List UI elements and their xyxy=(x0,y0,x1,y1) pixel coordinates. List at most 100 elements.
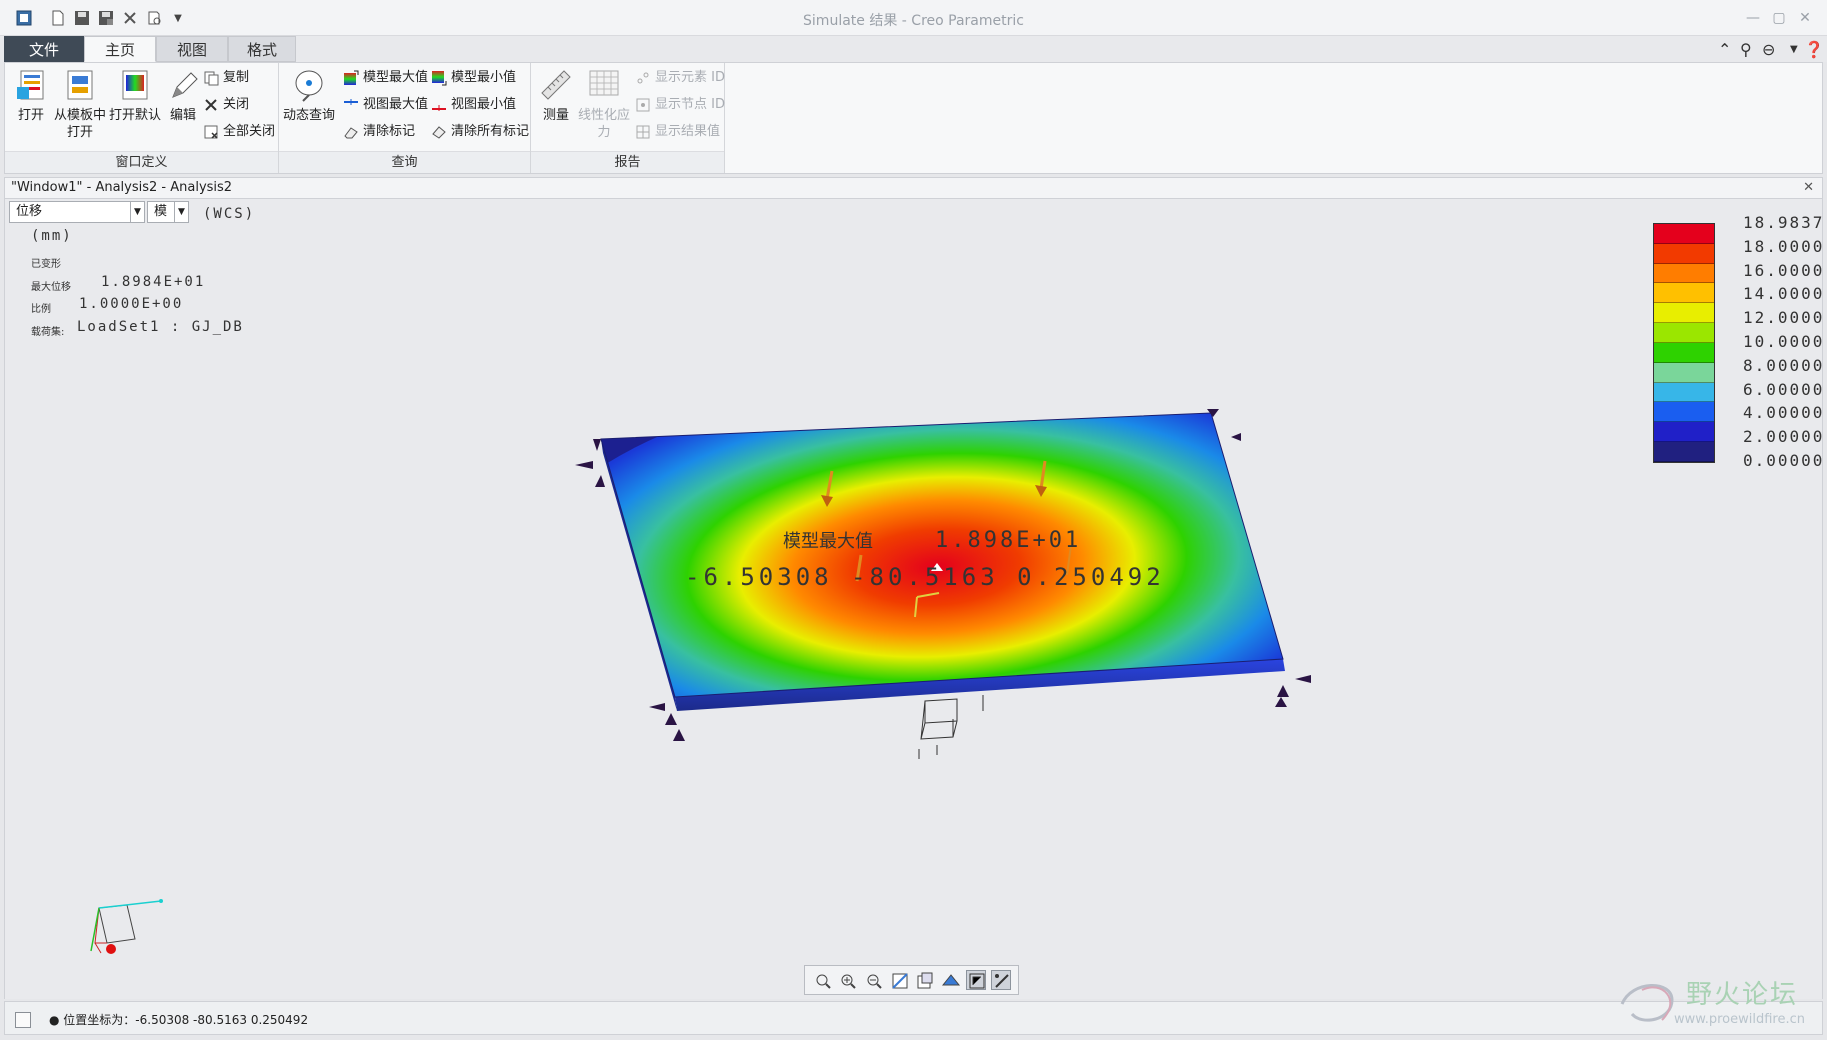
model-max-button[interactable]: 模型最大值 xyxy=(343,67,428,89)
tab-home[interactable]: 主页 xyxy=(84,36,156,62)
model-max-icon xyxy=(343,70,359,86)
measure-button[interactable]: 测量 xyxy=(535,67,577,124)
ribbon: 打开 从模板中 打开 打开默认 编辑 复制 关闭 全部关闭 窗口定义 动态查询 … xyxy=(4,62,1823,174)
repaint-icon[interactable] xyxy=(889,970,909,990)
dynamic-query-icon xyxy=(291,67,327,103)
graphics-toolbar xyxy=(804,965,1019,995)
close-all-icon xyxy=(203,124,219,140)
view-min-button[interactable]: 视图最小值 xyxy=(431,94,516,116)
fringe-plot-model[interactable]: 模型最大值 1.898E+01 -6.50308 -80.5163 0.2504… xyxy=(5,199,1823,999)
legend-value: 2.00000 xyxy=(1743,427,1823,447)
legend-color-band xyxy=(1654,224,1714,244)
legend-color-band xyxy=(1654,263,1714,284)
legend-color-band xyxy=(1654,243,1714,264)
copy-button[interactable]: 复制 xyxy=(203,67,249,89)
status-checkbox[interactable] xyxy=(15,1012,31,1028)
close-all-button[interactable]: 全部关闭 xyxy=(203,121,275,143)
group-window-label: 窗口定义 xyxy=(5,151,278,173)
template-icon xyxy=(62,67,98,103)
legend-value: 6.00000 xyxy=(1743,379,1823,399)
linearized-stress-button: 线性化应 力 xyxy=(575,67,633,141)
status-message: ● 位置坐标为：-6.50308 -80.5163 0.250492 xyxy=(49,1013,309,1027)
open-from-template-button[interactable]: 从模板中 打开 xyxy=(49,67,111,141)
zoom-in-icon[interactable] xyxy=(837,970,857,990)
wcs-triad-box xyxy=(918,695,984,759)
legend-color-band xyxy=(1654,422,1714,443)
help-icon[interactable]: ❓ xyxy=(1804,40,1824,59)
node-id-icon xyxy=(635,97,651,113)
eraser-all-icon xyxy=(431,124,447,140)
view-min-icon xyxy=(431,97,447,113)
legend-value: 10.0000 xyxy=(1743,331,1823,351)
legend-color-band xyxy=(1654,323,1714,343)
legend-color-band xyxy=(1654,382,1714,403)
open-icon xyxy=(13,67,49,103)
grid-icon xyxy=(586,67,622,103)
legend-color-band xyxy=(1654,283,1714,304)
legend-value: 0.00000 xyxy=(1743,450,1823,470)
zoom-out-icon[interactable] xyxy=(863,970,883,990)
display-style-icon[interactable] xyxy=(940,970,960,990)
tab-view[interactable]: 视图 xyxy=(156,36,228,62)
group-query-label: 查询 xyxy=(279,151,530,173)
legend-color-band xyxy=(1654,402,1714,423)
clear-all-marks-button[interactable]: 清除所有标记 xyxy=(431,121,529,143)
open-default-button[interactable]: 打开默认 xyxy=(105,67,165,124)
annotation-value: 1.898E+01 xyxy=(935,528,1081,553)
group-report: 测量 线性化应 力 显示元素 ID 显示节点 ID 显示结果值 报告 xyxy=(531,63,725,173)
legend-color-band xyxy=(1654,342,1714,363)
window-close-icon[interactable]: ✕ xyxy=(1794,8,1816,28)
watermark-url: www.proewildfire.cn xyxy=(1674,1012,1805,1027)
copy-icon xyxy=(203,70,219,86)
model-window-title-bar: "Window1" - Analysis2 - Analysis2 ✕ xyxy=(4,177,1823,199)
view-max-button[interactable]: 视图最大值 xyxy=(343,94,428,116)
eraser-icon xyxy=(343,124,359,140)
ribbon-tabs: 文件 主页 视图 格式 ⌃ ⚲ ⊖ ▼ ❓ xyxy=(0,36,1827,62)
status-bar: ● 位置坐标为：-6.50308 -80.5163 0.250492 xyxy=(4,1001,1823,1035)
legend-value: 8.00000 xyxy=(1743,355,1823,375)
model-window-close-icon[interactable]: ✕ xyxy=(1803,178,1814,198)
tab-file[interactable]: 文件 xyxy=(4,36,84,62)
open-default-icon xyxy=(117,67,153,103)
datum-display-icon[interactable] xyxy=(965,970,986,990)
group-query: 动态查询 模型最大值 模型最小值 视图最大值 视图最小值 清除标记 清除所有标记… xyxy=(279,63,531,173)
view-triad xyxy=(90,899,163,954)
legend-value: 12.0000 xyxy=(1743,308,1823,328)
collapse-ribbon-icon[interactable]: ⌃ xyxy=(1718,40,1731,59)
maximize-icon[interactable]: ▢ xyxy=(1768,8,1790,28)
model-min-icon xyxy=(431,70,447,86)
close-button[interactable]: 关闭 xyxy=(203,94,249,116)
open-button[interactable]: 打开 xyxy=(9,67,53,124)
model-window-title: "Window1" - Analysis2 - Analysis2 xyxy=(11,180,233,195)
legend-color-band xyxy=(1654,362,1714,383)
fringe-legend-values: 18.9837 18.0000 16.0000 14.0000 12.0000 … xyxy=(1743,211,1823,473)
close-icon xyxy=(203,97,219,113)
pencil-icon xyxy=(165,67,201,103)
element-id-icon xyxy=(635,70,651,86)
annotation-label: 模型最大值 xyxy=(783,531,873,551)
graphics-viewport[interactable]: 位移 ▼ 模 ▼ (WCS) (mm) 已变形 最大位移 1.8984E+01 … xyxy=(4,199,1823,999)
annotation-display-icon[interactable] xyxy=(991,970,1012,990)
legend-value: 16.0000 xyxy=(1743,260,1823,280)
refit-icon[interactable] xyxy=(812,970,832,990)
community-icon[interactable]: ⊖ xyxy=(1762,40,1775,59)
dynamic-query-button[interactable]: 动态查询 xyxy=(283,67,335,124)
minimize-icon[interactable]: — xyxy=(1742,8,1764,28)
search-icon[interactable]: ⚲ xyxy=(1740,40,1752,59)
ruler-icon xyxy=(538,67,574,103)
show-result-value-button: 显示结果值 xyxy=(635,121,720,143)
model-min-button[interactable]: 模型最小值 xyxy=(431,67,516,89)
watermark-title: 野火论坛 xyxy=(1686,980,1799,1010)
legend-value: 18.9837 xyxy=(1743,213,1823,232)
edit-button[interactable]: 编辑 xyxy=(163,67,203,124)
saved-views-icon[interactable] xyxy=(914,970,934,990)
legend-value: 4.00000 xyxy=(1743,403,1823,423)
clear-marks-button[interactable]: 清除标记 xyxy=(343,121,415,143)
community-dropdown-icon[interactable]: ▼ xyxy=(1790,44,1798,55)
legend-color-band xyxy=(1654,303,1714,324)
title-bar: ▼ Simulate 结果 - Creo Parametric — ▢ ✕ xyxy=(0,0,1827,36)
show-node-id-button: 显示节点 ID xyxy=(635,94,725,116)
fringe-legend-bar xyxy=(1653,223,1715,463)
tab-format[interactable]: 格式 xyxy=(228,36,296,62)
window-title: Simulate 结果 - Creo Parametric xyxy=(803,13,1024,29)
